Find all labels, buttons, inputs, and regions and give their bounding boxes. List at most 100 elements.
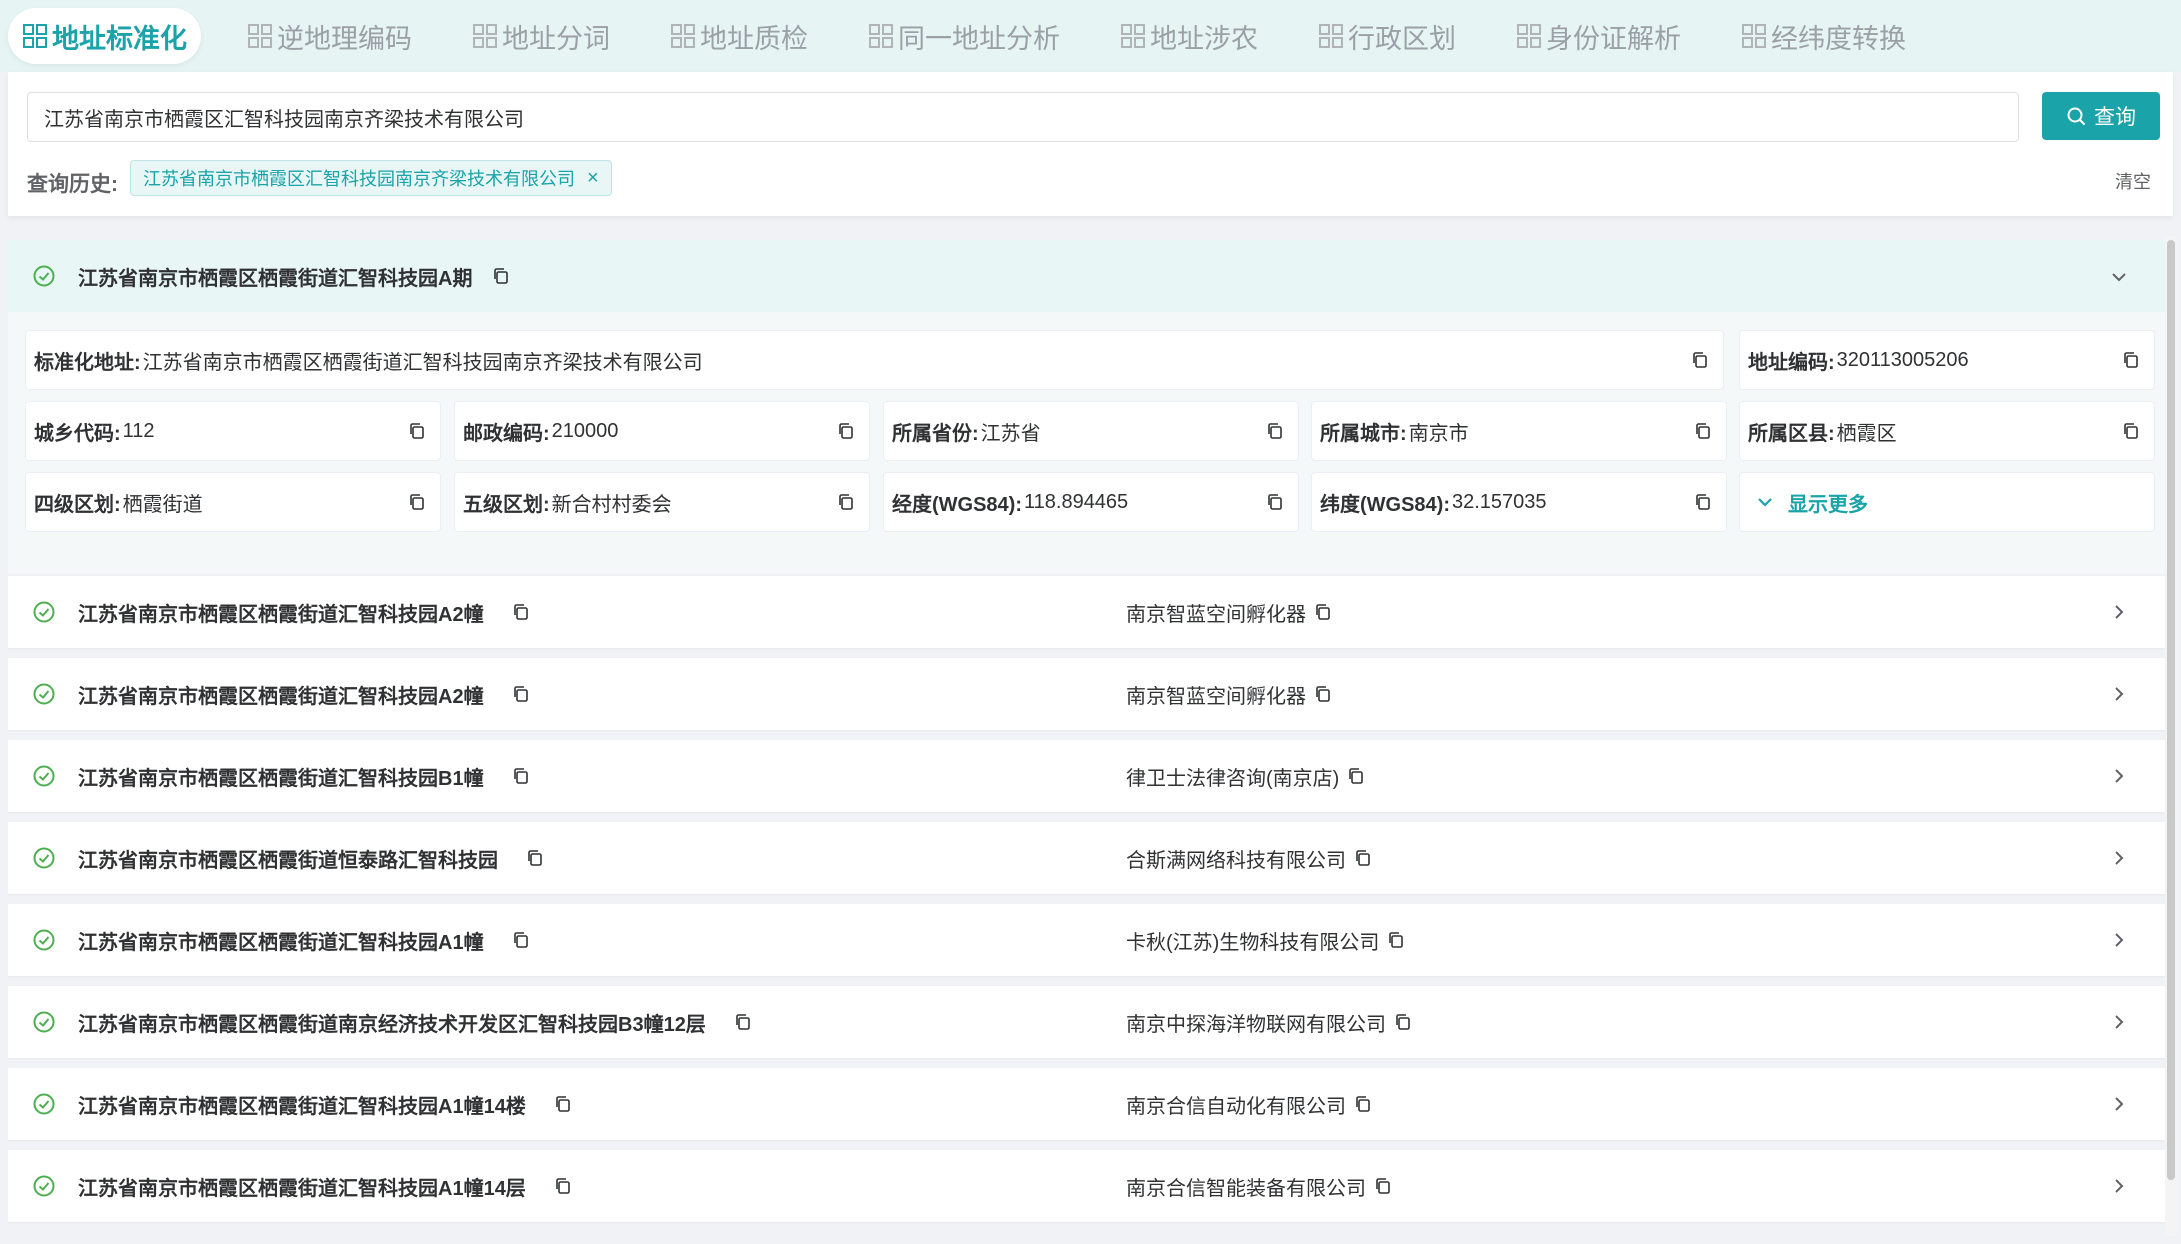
show-more[interactable]: 显示更多	[1748, 488, 1868, 517]
copy-icon[interactable]	[734, 1013, 752, 1031]
tab-same-address-analysis[interactable]: 同一地址分析	[854, 8, 1074, 64]
copy-icon[interactable]	[837, 422, 855, 440]
result-row[interactable]: 江苏省南京市栖霞区栖霞街道南京经济技术开发区汇智科技园B3幢12层 南京中探海洋…	[8, 986, 2168, 1058]
tab-label: 地址涉农	[1150, 23, 1258, 54]
result-org-name: 卡秋(江苏)生物科技有限公司	[1126, 931, 1380, 954]
query-button[interactable]: 查询	[2042, 92, 2160, 140]
chevron-right-icon[interactable]	[2108, 929, 2130, 951]
copy-icon[interactable]	[1394, 1013, 1412, 1031]
copy-icon[interactable]	[554, 1095, 572, 1113]
copy-icon[interactable]	[1314, 685, 1332, 703]
tab-administrative-division[interactable]: 行政区划	[1304, 8, 1470, 64]
tab-address-agriculture[interactable]: 地址涉农	[1106, 8, 1272, 64]
copy-icon[interactable]	[512, 685, 530, 703]
copy-icon[interactable]	[512, 767, 530, 785]
result-address: 江苏省南京市栖霞区栖霞街道汇智科技园A1幢14楼	[78, 1095, 526, 1118]
copy-icon[interactable]	[1354, 849, 1372, 867]
grid-icon	[247, 23, 273, 49]
copy-icon[interactable]	[492, 267, 510, 285]
tab-label: 同一地址分析	[898, 23, 1060, 54]
chevron-right-icon[interactable]	[2108, 1175, 2130, 1197]
check-circle-icon	[32, 264, 56, 288]
copy-icon[interactable]	[512, 931, 530, 949]
field-city: 所属城市: 南京市	[1311, 401, 1727, 461]
copy-icon[interactable]	[1694, 493, 1712, 511]
grid-icon	[1516, 23, 1542, 49]
tab-reverse-geocoding[interactable]: 逆地理编码	[233, 8, 426, 64]
scrollbar-thumb[interactable]	[2167, 240, 2175, 1180]
copy-icon[interactable]	[1347, 767, 1365, 785]
chevron-right-icon[interactable]	[2108, 1093, 2130, 1115]
copy-icon[interactable]	[2122, 351, 2140, 369]
result-org-name: 南京智蓝空间孵化器	[1126, 603, 1306, 626]
result-row[interactable]: 江苏省南京市栖霞区栖霞街道汇智科技园A1幢 卡秋(江苏)生物科技有限公司	[8, 904, 2168, 976]
close-icon[interactable]: ×	[587, 168, 599, 188]
chevron-right-icon[interactable]	[2108, 765, 2130, 787]
field-label: 标准化地址:	[34, 351, 141, 374]
history-chip[interactable]: 江苏省南京市栖霞区汇智科技园南京齐梁技术有限公司 ×	[130, 160, 612, 196]
show-more-button[interactable]: 显示更多	[1739, 472, 2155, 532]
result-row[interactable]: 江苏省南京市栖霞区栖霞街道汇智科技园B1幢 律卫士法律咨询(南京店)	[8, 740, 2168, 812]
result-row[interactable]: 江苏省南京市栖霞区栖霞街道汇智科技园A1幢14层 南京合信智能装备有限公司	[8, 1150, 2168, 1222]
tab-address-segmentation[interactable]: 地址分词	[458, 8, 624, 64]
copy-icon[interactable]	[526, 849, 544, 867]
chevron-right-icon[interactable]	[2108, 847, 2130, 869]
field-address-code: 地址编码: 320113005206	[1739, 330, 2155, 390]
search-input[interactable]	[27, 92, 2019, 142]
result-org-name: 南京中探海洋物联网有限公司	[1126, 1013, 1386, 1036]
field-value: 栖霞街道	[122, 493, 203, 516]
copy-icon[interactable]	[408, 493, 426, 511]
tab-label: 地址标准化	[52, 23, 187, 54]
grid-icon	[868, 23, 894, 49]
field-label: 四级区划:	[34, 493, 121, 516]
chevron-right-icon[interactable]	[2108, 601, 2130, 623]
copy-icon[interactable]	[1691, 351, 1709, 369]
copy-icon[interactable]	[2122, 422, 2140, 440]
chevron-right-icon[interactable]	[2108, 683, 2130, 705]
copy-icon[interactable]	[1266, 422, 1284, 440]
field-district: 所属区县: 栖霞区	[1739, 401, 2155, 461]
field-latitude: 纬度(WGS84): 32.157035	[1311, 472, 1727, 532]
check-circle-icon	[32, 1010, 56, 1034]
tab-coordinate-conversion[interactable]: 经纬度转换	[1727, 8, 1920, 64]
field-label: 所属省份:	[892, 422, 979, 445]
copy-icon[interactable]	[512, 603, 530, 621]
copy-icon[interactable]	[554, 1177, 572, 1195]
chevron-right-icon[interactable]	[2108, 1011, 2130, 1033]
field-label: 地址编码:	[1748, 351, 1835, 374]
copy-icon[interactable]	[1387, 931, 1405, 949]
copy-icon[interactable]	[408, 422, 426, 440]
result-org-name: 南京智蓝空间孵化器	[1126, 685, 1306, 708]
copy-icon[interactable]	[1374, 1177, 1392, 1195]
clear-history-link[interactable]: 清空	[2115, 168, 2151, 194]
tab-address-quality-check[interactable]: 地址质检	[656, 8, 822, 64]
tab-label: 地址分词	[502, 23, 610, 54]
search-icon	[2067, 107, 2085, 125]
result-row[interactable]: 江苏省南京市栖霞区栖霞街道恒泰路汇智科技园 合斯满网络科技有限公司	[8, 822, 2168, 894]
copy-icon[interactable]	[1694, 422, 1712, 440]
result-row[interactable]: 江苏省南京市栖霞区栖霞街道汇智科技园A2幢 南京智蓝空间孵化器	[8, 658, 2168, 730]
result-org-name: 律卫士法律咨询(南京店)	[1126, 767, 1340, 790]
chevron-down-icon[interactable]	[2108, 266, 2130, 288]
copy-icon[interactable]	[837, 493, 855, 511]
field-value: 210000	[551, 419, 619, 442]
result-row[interactable]: 江苏省南京市栖霞区栖霞街道汇智科技园A1幢14楼 南京合信自动化有限公司	[8, 1068, 2168, 1140]
grid-icon	[1120, 23, 1146, 49]
tab-label: 地址质检	[700, 23, 808, 54]
copy-icon[interactable]	[1266, 493, 1284, 511]
field-label: 所属城市:	[1320, 422, 1407, 445]
result-address: 江苏省南京市栖霞区栖霞街道南京经济技术开发区汇智科技园B3幢12层	[78, 1013, 706, 1036]
field-urban-rural-code: 城乡代码: 112	[25, 401, 441, 461]
field-label: 五级区划:	[463, 493, 550, 516]
grid-icon	[472, 23, 498, 49]
expanded-card-header[interactable]: 江苏省南京市栖霞区栖霞街道汇智科技园A期	[8, 240, 2168, 312]
result-address: 江苏省南京市栖霞区栖霞街道汇智科技园A1幢14层	[78, 1177, 526, 1200]
check-circle-icon	[32, 1092, 56, 1116]
result-org-name: 合斯满网络科技有限公司	[1126, 849, 1346, 872]
result-row[interactable]: 江苏省南京市栖霞区栖霞街道汇智科技园A2幢 南京智蓝空间孵化器	[8, 576, 2168, 648]
copy-icon[interactable]	[1354, 1095, 1372, 1113]
results-scrollbar[interactable]	[2165, 236, 2177, 1236]
copy-icon[interactable]	[1314, 603, 1332, 621]
tab-address-standardization[interactable]: 地址标准化	[8, 8, 201, 64]
tab-id-card-parsing[interactable]: 身份证解析	[1502, 8, 1695, 64]
